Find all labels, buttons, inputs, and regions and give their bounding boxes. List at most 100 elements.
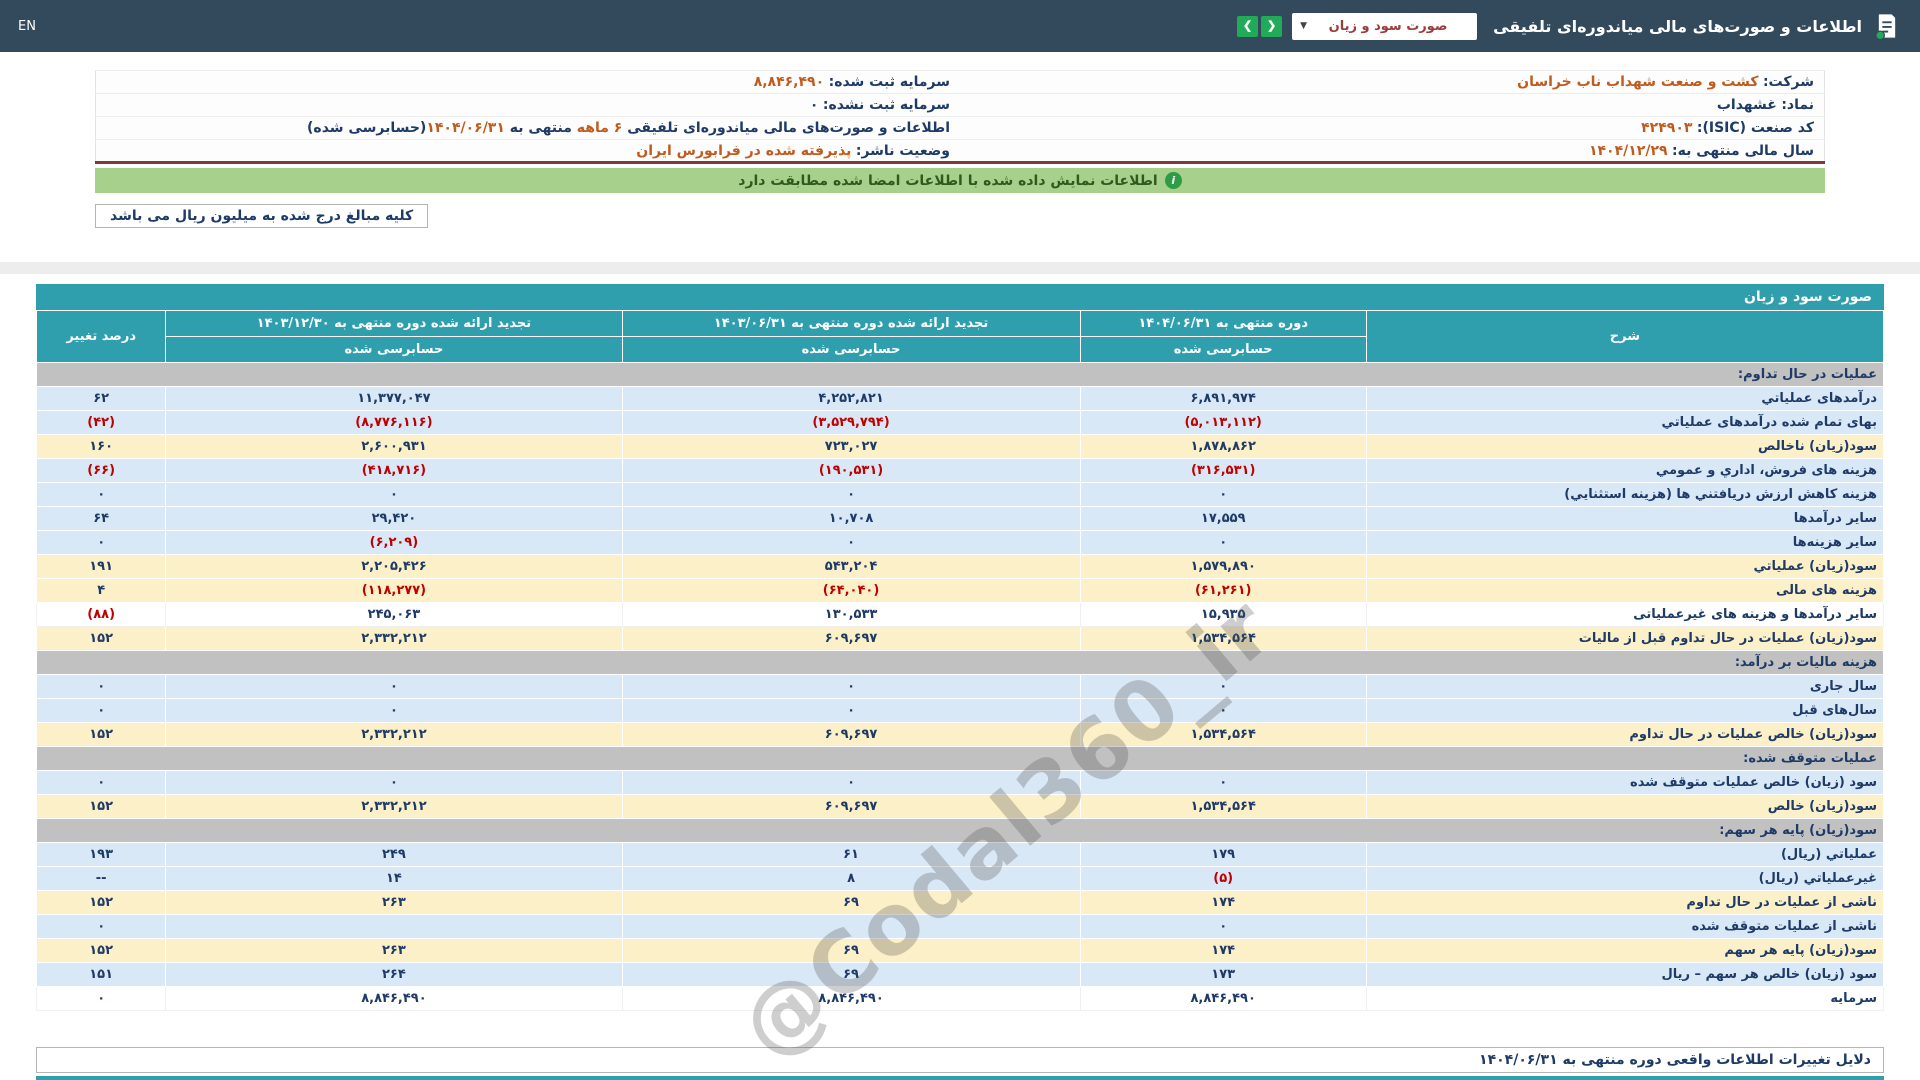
- table-row: هزینه کاهش ارزش دریافتني ها (هزینه استثن…: [37, 483, 1884, 507]
- value-restated-midyear: ۴,۲۵۲,۸۲۱: [622, 387, 1080, 411]
- value-restated-yearend: ۲۹,۴۲۰: [166, 507, 622, 531]
- value-restated-midyear: ۱۰,۷۰۸: [622, 507, 1080, 531]
- value-restated-midyear: ۰: [622, 771, 1080, 795]
- value-restated-yearend: ۲,۳۳۲,۲۱۲: [166, 795, 622, 819]
- value-restated-yearend: (۸,۷۷۶,۱۱۶): [166, 411, 622, 435]
- value-current-period: ۱,۵۳۴,۵۶۴: [1080, 795, 1366, 819]
- unregistered-capital-label: سرمایه ثبت نشده:: [823, 97, 950, 113]
- row-description: عملیاتي (ریال): [1366, 843, 1883, 867]
- value-current-period: ۱۷۹: [1080, 843, 1366, 867]
- value-current-period: ۰: [1080, 699, 1366, 723]
- value-change-percent: ۱۵۲: [37, 939, 166, 963]
- change-reasons-header: دلایل تغییرات اطلاعات واقعی دوره منتهی ب…: [36, 1047, 1884, 1073]
- info-row: شرکت: کشت و صنعت شهداب ناب خراسان سرمایه…: [96, 71, 1825, 94]
- row-description: بهای تمام شده درآمدهای عملیاتي: [1366, 411, 1883, 435]
- section-divider: [0, 262, 1920, 274]
- chevron-down-icon: ▼: [1300, 21, 1307, 31]
- row-description: سال جاری: [1366, 675, 1883, 699]
- header-row-periods: شرح دوره منتهی به ۱۴۰۴/۰۶/۳۱ تجدید ارائه…: [37, 311, 1884, 337]
- statement-type-select[interactable]: صورت سود و زیان ▼: [1292, 13, 1477, 40]
- fiscal-year-value: ۱۴۰۴/۱۲/۲۹: [1589, 143, 1668, 159]
- company-value: کشت و صنعت شهداب ناب خراسان: [1517, 74, 1758, 90]
- language-toggle-en[interactable]: EN: [18, 19, 36, 34]
- value-restated-yearend: [166, 915, 622, 939]
- table-row: سود (زیان) خالص عملیات متوقف شده۰۰۰۰: [37, 771, 1884, 795]
- statement-type-value: صورت سود و زیان: [1307, 19, 1469, 34]
- value-restated-midyear: ۶۰۹,۶۹۷: [622, 627, 1080, 651]
- value-restated-yearend: ۲۴۹: [166, 843, 622, 867]
- value-current-period: (۵,۰۱۳,۱۱۲): [1080, 411, 1366, 435]
- fiscal-year-cell: سال مالی منتهی به: ۱۴۰۴/۱۲/۲۹: [960, 140, 1825, 163]
- fiscal-year-label: سال مالی منتهی به:: [1672, 143, 1814, 159]
- unregistered-capital-value: ۰: [810, 97, 819, 113]
- row-description: سال‌های قبل: [1366, 699, 1883, 723]
- report-line-text: منتهی به: [505, 120, 577, 136]
- report-line-period: ۶ ماهه: [577, 120, 623, 136]
- top-navigation-bar: اطلاعات و صورت‌های مالی میاندوره‌ای تلفی…: [0, 0, 1920, 52]
- value-current-period: (۳۱۶,۵۳۱): [1080, 459, 1366, 483]
- prev-statement-button[interactable]: ❮: [1237, 16, 1258, 37]
- value-current-period: (۵): [1080, 867, 1366, 891]
- table-row: سایر درآمدها و هزینه های غیرعملیاتی۱۵,۹۳…: [37, 603, 1884, 627]
- value-restated-yearend: ۱۴: [166, 867, 622, 891]
- symbol-value: غشهداب: [1717, 97, 1777, 113]
- value-restated-midyear: ۶۹: [622, 891, 1080, 915]
- value-change-percent: --: [37, 867, 166, 891]
- value-change-percent: ۱۹۳: [37, 843, 166, 867]
- audited-label: حسابرسی شده: [622, 337, 1080, 363]
- value-restated-midyear: ۰: [622, 483, 1080, 507]
- income-statement-section: صورت سود و زیان شرح دوره منتهی به ۱۴۰۴/۰…: [36, 284, 1884, 1011]
- value-restated-yearend: ۲,۳۳۲,۲۱۲: [166, 723, 622, 747]
- section-label: عملیات متوقف شده:: [37, 747, 1884, 771]
- info-row: کد صنعت (ISIC): ۴۲۴۹۰۳ اطلاعات و صورت‌ها…: [96, 117, 1825, 140]
- table-row: سود(زیان) پایه هر سهم۱۷۴۶۹۲۶۳۱۵۲: [37, 939, 1884, 963]
- value-current-period: ۰: [1080, 531, 1366, 555]
- value-change-percent: ۰: [37, 915, 166, 939]
- value-restated-midyear: ۶۱: [622, 843, 1080, 867]
- company-label: شرکت:: [1763, 74, 1814, 90]
- value-change-percent: ۰: [37, 987, 166, 1011]
- section-row: عملیات متوقف شده:: [37, 747, 1884, 771]
- row-description: درآمدهای عملیاتي: [1366, 387, 1883, 411]
- value-restated-midyear: ۰: [622, 531, 1080, 555]
- table-row: سود(زیان) خالص۱,۵۳۴,۵۶۴۶۰۹,۶۹۷۲,۳۳۲,۲۱۲۱…: [37, 795, 1884, 819]
- next-statement-button[interactable]: ❯: [1261, 16, 1282, 37]
- publisher-status-label: وضعیت ناشر:: [856, 143, 950, 159]
- value-change-percent: ۱۵۲: [37, 723, 166, 747]
- table-row: سود(زیان) ناخالص۱,۸۷۸,۸۶۲۷۲۳,۰۲۷۲,۶۰۰,۹۳…: [37, 435, 1884, 459]
- value-change-percent: ۱۵۱: [37, 963, 166, 987]
- col-header-change-percent: درصد تغییر: [37, 311, 166, 363]
- row-description: سایر هزینه‌ها: [1366, 531, 1883, 555]
- value-restated-yearend: ۲,۲۰۵,۴۲۶: [166, 555, 622, 579]
- company-info-table: شرکت: کشت و صنعت شهداب ناب خراسان سرمایه…: [95, 70, 1825, 164]
- value-restated-yearend: ۱۱,۳۷۷,۰۴۷: [166, 387, 622, 411]
- value-restated-yearend: ۲,۶۰۰,۹۳۱: [166, 435, 622, 459]
- value-change-percent: ۰: [37, 699, 166, 723]
- value-change-percent: (۶۶): [37, 459, 166, 483]
- table-row: درآمدهای عملیاتي۶,۸۹۱,۹۷۴۴,۲۵۲,۸۲۱۱۱,۳۷۷…: [37, 387, 1884, 411]
- isic-label: کد صنعت (ISIC):: [1697, 120, 1814, 136]
- row-description: سود (زیان) خالص هر سهم – ریال: [1366, 963, 1883, 987]
- value-restated-midyear: ۶۹: [622, 939, 1080, 963]
- signed-data-banner: i اطلاعات نمایش داده شده با اطلاعات امضا…: [95, 168, 1825, 193]
- value-restated-yearend: ۰: [166, 483, 622, 507]
- row-description: سود(زیان) ناخالص: [1366, 435, 1883, 459]
- section-row: سود(زیان) پایه هر سهم:: [37, 819, 1884, 843]
- col-header-current-period: دوره منتهی به ۱۴۰۴/۰۶/۳۱: [1080, 311, 1366, 337]
- value-current-period: (۶۱,۲۶۱): [1080, 579, 1366, 603]
- value-restated-yearend: ۲۶۳: [166, 939, 622, 963]
- value-restated-midyear: (۶۴,۰۴۰): [622, 579, 1080, 603]
- value-current-period: ۰: [1080, 915, 1366, 939]
- value-restated-midyear: (۳,۵۲۹,۷۹۴): [622, 411, 1080, 435]
- section-row: عملیات در حال تداوم:: [37, 363, 1884, 387]
- signed-data-banner-text: اطلاعات نمایش داده شده با اطلاعات امضا ش…: [738, 173, 1157, 189]
- unit-note-row: کلیه مبالغ درج شده به میلیون ریال می باش…: [95, 204, 1825, 228]
- row-description: ناشی از عملیات در حال تداوم: [1366, 891, 1883, 915]
- value-change-percent: ۰: [37, 483, 166, 507]
- row-description: سایر درآمدها و هزینه های غیرعملیاتی: [1366, 603, 1883, 627]
- row-description: سود(زیان) پایه هر سهم: [1366, 939, 1883, 963]
- value-change-percent: ۰: [37, 675, 166, 699]
- table-row: سایر هزینه‌ها۰۰(۶,۲۰۹)۰: [37, 531, 1884, 555]
- isic-value: ۴۲۴۹۰۳: [1641, 120, 1692, 136]
- value-current-period: ۱,۵۳۴,۵۶۴: [1080, 627, 1366, 651]
